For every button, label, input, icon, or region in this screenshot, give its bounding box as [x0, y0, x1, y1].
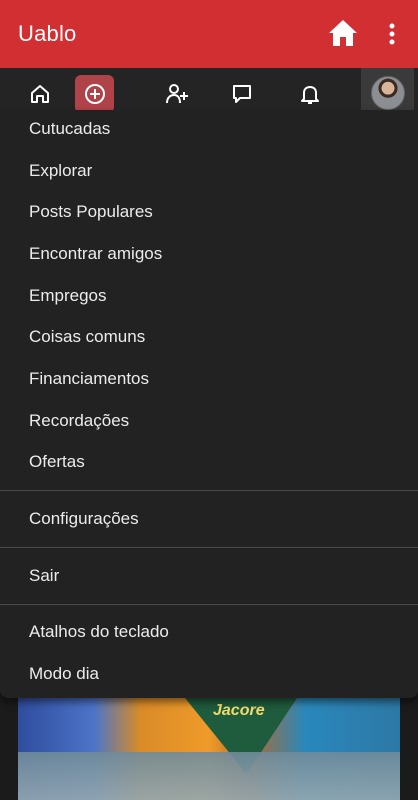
more-vert-icon[interactable]: [382, 20, 402, 48]
menu-item-ofertas[interactable]: Ofertas: [0, 442, 418, 484]
add-circle-icon: [84, 84, 105, 104]
notifications-button[interactable]: [290, 74, 330, 114]
create-post-button[interactable]: [75, 75, 114, 113]
photo-ground: [18, 752, 400, 800]
messages-button[interactable]: [222, 74, 262, 114]
bell-icon: [301, 86, 319, 104]
menu-item-atalhos-do-teclado[interactable]: Atalhos do teclado: [0, 612, 418, 654]
menu-item-recordacoes[interactable]: Recordações: [0, 400, 418, 442]
menu-item-configuracoes[interactable]: Configurações: [0, 498, 418, 540]
dropdown-menu: Cutucadas Explorar Posts Populares Encon…: [0, 110, 418, 698]
avatar: [370, 76, 405, 110]
photo-label-text: Jacore: [213, 702, 265, 719]
app-title: Uablo: [18, 21, 77, 46]
menu-item-explorar[interactable]: Explorar: [0, 150, 418, 192]
menu-item-cutucadas[interactable]: Cutucadas: [0, 110, 418, 150]
add-friend-button[interactable]: [157, 74, 197, 114]
menu-item-financiamentos[interactable]: Financiamentos: [0, 358, 418, 400]
message-icon: [233, 85, 251, 103]
menu-item-empregos[interactable]: Empregos: [0, 275, 418, 317]
menu-item-posts-populares[interactable]: Posts Populares: [0, 191, 418, 233]
menu-item-encontrar-amigos[interactable]: Encontrar amigos: [0, 233, 418, 275]
home-outline-icon: [31, 85, 49, 103]
menu-divider: [0, 603, 418, 605]
menu-divider: [0, 546, 418, 548]
home-icon[interactable]: [327, 17, 359, 49]
app-bar: Uablo: [0, 0, 418, 68]
menu-divider: [0, 490, 418, 492]
add-friend-icon: [166, 84, 188, 104]
nav-home-button[interactable]: [20, 74, 60, 114]
background-post-image: Jacore: [18, 698, 400, 800]
menu-item-coisas-comuns[interactable]: Coisas comuns: [0, 316, 418, 358]
menu-item-sair[interactable]: Sair: [0, 555, 418, 597]
menu-item-modo-dia[interactable]: Modo dia: [0, 653, 418, 695]
